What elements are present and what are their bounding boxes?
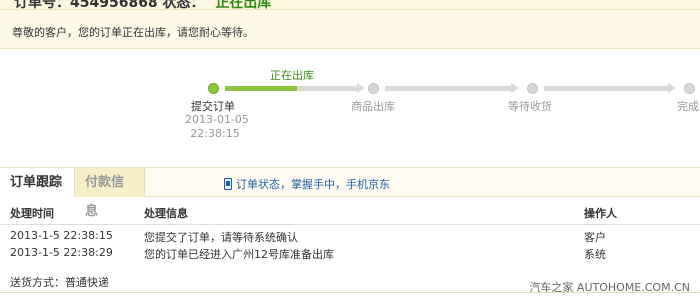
step-submit-dot bbox=[208, 83, 219, 94]
tracking-table-header: 处理时间 处理信息 操作人 bbox=[0, 197, 700, 225]
step-complete-dot bbox=[684, 83, 695, 94]
order-status-label: 状态： bbox=[162, 0, 205, 10]
order-header-text: 订单号：454956868 状态： 正在出库 bbox=[14, 0, 272, 10]
step-submit-label: 提交订单 bbox=[191, 100, 235, 113]
order-number-label: 订单号：454956868 bbox=[14, 0, 158, 10]
order-progress-tracker: 正在出库 提交订单 2013-01-05 22:38:15 商品出库 等待收货 … bbox=[0, 50, 700, 168]
mobile-app-link[interactable]: 订单状态，掌握手中，手机京东 bbox=[224, 176, 390, 192]
row-operator: 系统 bbox=[584, 248, 606, 261]
progress-arrow-2 bbox=[511, 83, 519, 93]
progress-bar-filled bbox=[225, 86, 297, 91]
status-notice: 尊敬的客户，您的订单正在出库，请您耐心等待。 bbox=[0, 10, 700, 49]
column-header-time: 处理时间 bbox=[10, 207, 54, 220]
bottom-divider bbox=[0, 292, 700, 293]
mobile-phone-icon bbox=[224, 178, 232, 190]
step-receive-label: 等待收货 bbox=[508, 100, 552, 113]
step-receive-dot bbox=[527, 83, 538, 94]
table-row: 2013-1-5 22:38:29 您的订单已经进入广州12号库准备出库 系统 bbox=[0, 246, 700, 262]
tab-payment-info[interactable]: 付款信息 bbox=[75, 168, 145, 219]
delivery-method: 送货方式：普通快递 bbox=[10, 276, 109, 289]
row-info: 您提交了订单，请等待系统确认 bbox=[144, 231, 298, 244]
step-submit-date: 2013-01-05 bbox=[185, 113, 249, 126]
column-header-operator: 操作人 bbox=[584, 207, 617, 220]
progress-arrow-1 bbox=[357, 83, 365, 93]
progress-bar-segment-1 bbox=[297, 86, 357, 91]
order-status-value: 正在出库 bbox=[215, 0, 272, 10]
tab-order-tracking[interactable]: 订单跟踪 bbox=[0, 168, 75, 197]
row-time: 2013-1-5 22:38:29 bbox=[10, 246, 113, 259]
step-ship-label: 商品出库 bbox=[351, 100, 395, 113]
row-operator: 客户 bbox=[584, 231, 606, 244]
order-tabs: 订单跟踪 付款信息 订单状态，掌握手中，手机京东 bbox=[0, 167, 700, 219]
step-ship-dot bbox=[368, 83, 379, 94]
progress-arrow-3 bbox=[668, 83, 676, 93]
table-row: 2013-1-5 22:38:15 您提交了订单，请等待系统确认 客户 bbox=[0, 229, 700, 245]
progress-bar-segment-2 bbox=[385, 86, 511, 91]
progress-bar-segment-3 bbox=[544, 86, 668, 91]
step-submit-time: 22:38:15 bbox=[190, 127, 240, 140]
order-header-strip: 订单号：454956868 状态： 正在出库 bbox=[0, 0, 700, 10]
row-info: 您的订单已经进入广州12号库准备出库 bbox=[144, 248, 334, 261]
status-notice-text: 尊敬的客户，您的订单正在出库，请您耐心等待。 bbox=[12, 26, 254, 39]
column-header-info: 处理信息 bbox=[144, 207, 188, 220]
mobile-app-link-text: 订单状态，掌握手中，手机京东 bbox=[236, 178, 390, 191]
row-time: 2013-1-5 22:38:15 bbox=[10, 229, 113, 242]
step-complete-label: 完成 bbox=[677, 100, 699, 113]
current-step-label: 正在出库 bbox=[270, 69, 314, 82]
